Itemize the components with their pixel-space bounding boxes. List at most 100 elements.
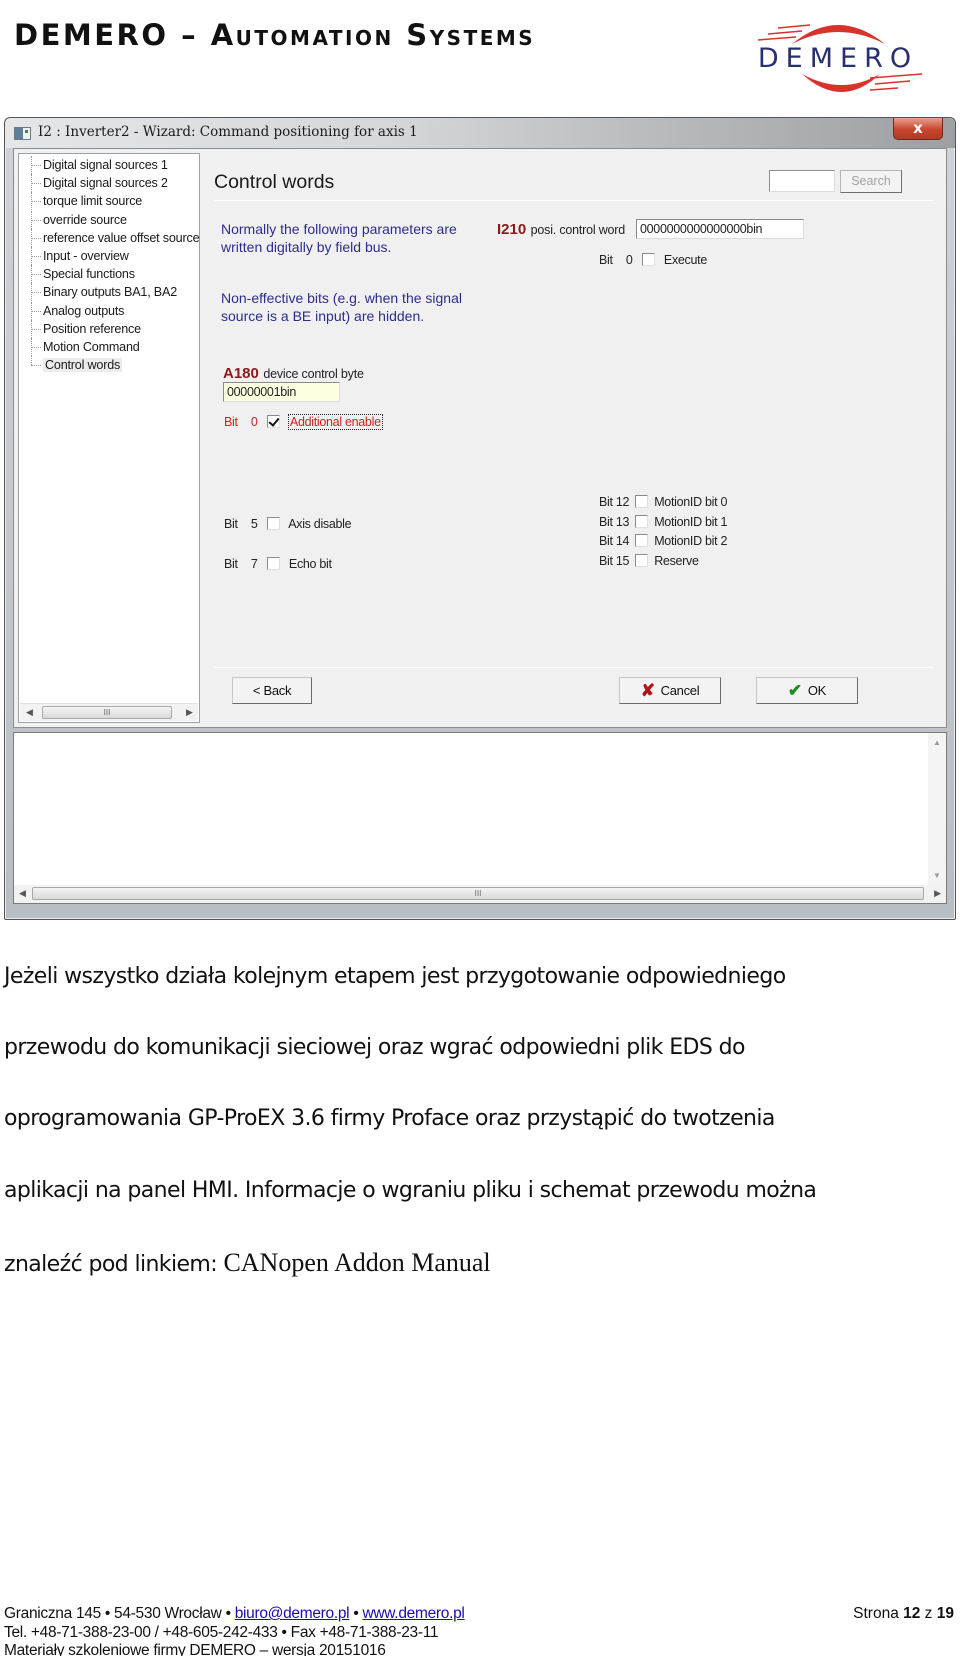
paragraph-text: znaleźć pod linkiem: <box>4 1252 224 1277</box>
ok-checkmark-icon: ✔ <box>787 681 802 700</box>
i210-bit-0-row[interactable]: Bit 0 Execute <box>599 253 707 269</box>
footer-phones: Tel. +48-71-388-23-00 / +48-605-242-433 … <box>4 1624 439 1641</box>
scroll-down-arrow-icon[interactable]: ▼ <box>933 871 941 880</box>
bit-checkbox[interactable] <box>635 514 649 528</box>
page-total: 19 <box>936 1605 954 1622</box>
tree-item[interactable]: Motion Command <box>27 337 199 357</box>
wizard-window: I2 : Inverter2 - Wizard: Command positio… <box>4 117 956 920</box>
bit-number: 0 <box>625 253 633 267</box>
search-button[interactable]: Search <box>840 170 902 193</box>
tree-item[interactable]: torque limit source <box>27 192 199 211</box>
wizard-client-area: Digital signal sources 1 Digital signal s… <box>13 148 947 728</box>
i210-bit-row[interactable]: Bit 13 MotionID bit 1 <box>599 514 728 531</box>
bit-name: Reserve <box>654 553 699 568</box>
bit-label: Bit <box>599 534 613 548</box>
additional-enable-checkbox[interactable] <box>266 415 280 428</box>
bit-name: MotionID bit 1 <box>654 514 728 529</box>
bit-number: 15 <box>615 553 630 568</box>
info-line: written digitally by field bus. <box>221 238 392 255</box>
scroll-right-arrow-icon[interactable]: ▶ <box>934 888 941 899</box>
log-horizontal-scrollbar[interactable]: ◀ III ▶ <box>14 885 946 903</box>
a180-bit-5-row[interactable]: Bit 5 Axis disable <box>224 517 352 533</box>
i210-value-field[interactable]: 0000000000000000bin <box>636 219 804 239</box>
wizard-step-tree: Digital signal sources 1 Digital signal s… <box>18 153 200 723</box>
i210-description: posi. control word <box>530 223 626 237</box>
bit-checkbox[interactable] <box>635 495 649 508</box>
canopen-manual-link[interactable]: CANopen Addon Manual <box>223 1248 490 1277</box>
i210-bit-row[interactable]: Bit 15 Reserve <box>599 553 699 570</box>
tree-item[interactable]: Position reference <box>27 319 199 338</box>
axis-disable-checkbox[interactable] <box>266 517 280 530</box>
tree-item[interactable]: Digital signal sources 1 <box>27 156 199 175</box>
scroll-left-arrow-icon[interactable]: ◀ <box>19 888 26 899</box>
ok-label: OK <box>807 683 827 698</box>
tree-item-label: Digital signal sources 1 <box>43 158 168 172</box>
tree-item-label: Binary outputs BA1, BA2 <box>43 285 178 300</box>
a180-bit-0-row[interactable]: Bit 0 Additional enable <box>224 414 383 431</box>
execute-checkbox[interactable] <box>641 253 655 266</box>
search-input[interactable] <box>769 170 835 192</box>
bit-number: 13 <box>615 514 630 529</box>
cancel-label: Cancel <box>660 683 700 698</box>
scroll-left-arrow-icon[interactable]: ◀ <box>26 707 33 718</box>
i210-bit-row[interactable]: Bit 12 MotionID bit 0 <box>599 495 727 511</box>
demero-logo: DEMERO <box>730 14 945 98</box>
tree-item-label: Special functions <box>43 267 135 282</box>
paragraph-line: oprogramowania GP-ProEX 3.6 firmy Profac… <box>4 1106 775 1131</box>
echo-bit-checkbox[interactable] <box>266 557 280 570</box>
bit-name: Echo bit <box>288 557 332 571</box>
bit-label: Bit <box>224 415 238 429</box>
bit-number: 0 <box>250 415 258 429</box>
paragraph-line: przewodu do komunikacji sieciowej oraz w… <box>4 1035 745 1060</box>
tree-list: Digital signal sources 1 Digital signal s… <box>27 156 200 374</box>
tree-item[interactable]: Binary outputs BA1, BA2 <box>27 283 199 302</box>
bit-name: MotionID bit 0 <box>654 495 728 509</box>
email-link[interactable]: biuro@demero.pl <box>235 1605 350 1622</box>
bit-name: Axis disable <box>288 517 352 531</box>
scroll-thumb[interactable]: III <box>42 706 172 719</box>
tree-item[interactable]: reference value offset source <box>27 228 200 247</box>
bit-number: 12 <box>615 495 630 509</box>
bit-name: MotionID bit 2 <box>654 534 728 548</box>
footer-address-line: Graniczna 145 • 54-530 Wrocław • biuro@d… <box>4 1605 465 1623</box>
i210-code: I210 <box>497 221 527 238</box>
log-output-panel[interactable]: ▲ ▼ ◀ III ▶ <box>13 732 947 904</box>
a180-description: device control byte <box>263 367 364 381</box>
bit-name: Execute <box>663 253 707 267</box>
scroll-up-arrow-icon[interactable]: ▲ <box>933 738 941 747</box>
tree-item[interactable]: override source <box>27 210 199 229</box>
logo-arc-bottom <box>802 74 880 92</box>
tree-item-label: reference value offset source <box>43 230 200 245</box>
back-button[interactable]: < Back <box>232 677 312 704</box>
window-titlebar[interactable]: I2 : Inverter2 - Wizard: Command positio… <box>5 118 955 148</box>
header-separator <box>214 200 934 201</box>
bit-label: Bit <box>599 553 613 568</box>
tree-item-label: Digital signal sources 2 <box>43 176 168 191</box>
tree-item[interactable]: Input - overview <box>27 246 199 266</box>
bit-number: 14 <box>615 534 630 548</box>
tree-item[interactable]: Control words <box>27 356 199 374</box>
i210-bit-row[interactable]: Bit 14 MotionID bit 2 <box>599 534 727 550</box>
log-vertical-scrollbar[interactable]: ▲ ▼ <box>928 733 946 885</box>
paragraph-line: aplikacji na panel HMI. Informacje o wgr… <box>4 1178 817 1203</box>
tree-item[interactable]: Special functions <box>27 265 199 284</box>
tree-horizontal-scrollbar[interactable]: ◀ III ▶ <box>20 703 198 721</box>
page-current: 12 <box>903 1605 921 1622</box>
tree-item[interactable]: Digital signal sources 2 <box>27 174 199 193</box>
website-link[interactable]: www.demero.pl <box>362 1605 464 1622</box>
close-button[interactable]: x <box>893 118 943 140</box>
bit-checkbox[interactable] <box>635 534 649 547</box>
bit-checkbox[interactable] <box>635 553 649 567</box>
scroll-thumb[interactable]: III <box>32 887 924 900</box>
tree-item[interactable]: Analog outputs <box>27 301 199 320</box>
info-text-fieldbus: Normally the following parameters are wr… <box>221 221 457 256</box>
a180-parameter-label: A180 device control byte <box>223 365 364 383</box>
ok-button[interactable]: ✔ OK <box>756 677 858 704</box>
document-header-title: DEMERO – Automation Systems <box>14 18 536 52</box>
scroll-right-arrow-icon[interactable]: ▶ <box>186 707 193 718</box>
cancel-button[interactable]: ✘ Cancel <box>619 677 721 704</box>
wizard-content: Control words Search Normally the follow… <box>204 149 946 727</box>
page-heading: Control words <box>214 171 335 193</box>
a180-value-field[interactable]: 00000001bin <box>223 382 340 402</box>
a180-bit-7-row[interactable]: Bit 7 Echo bit <box>224 557 332 573</box>
